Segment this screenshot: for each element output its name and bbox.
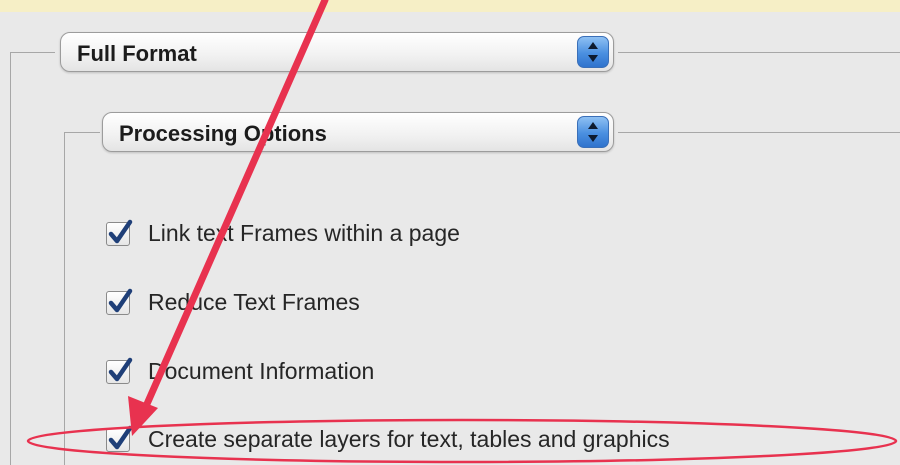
stepper-arrows-icon	[577, 36, 609, 68]
checkmark-icon	[108, 425, 133, 450]
checkbox-document-information[interactable]	[106, 357, 133, 384]
format-popup-button[interactable]: Full Format	[60, 32, 614, 72]
subgroup-border	[618, 132, 900, 133]
subgroup-border	[64, 132, 100, 133]
checkmark-icon	[108, 288, 133, 313]
group-border	[10, 52, 11, 465]
checkmark-icon	[108, 357, 133, 382]
option-label: Reduce Text Frames	[148, 289, 360, 315]
checkbox-link-text-frames[interactable]	[106, 219, 133, 246]
stepper-arrows-icon	[577, 116, 609, 148]
checkmark-icon	[108, 219, 133, 244]
option-label: Document Information	[148, 358, 375, 384]
format-popup-label: Full Format	[77, 41, 197, 66]
subgroup-border	[64, 132, 65, 465]
checkbox-reduce-text-frames[interactable]	[106, 288, 133, 315]
checkbox-separate-layers[interactable]	[106, 425, 133, 452]
group-border	[618, 52, 900, 53]
processing-options-popup-button[interactable]: Processing Options	[102, 112, 614, 152]
option-label: Link text Frames within a page	[148, 220, 460, 246]
option-label: Create separate layers for text, tables …	[148, 426, 670, 452]
processing-options-popup-label: Processing Options	[119, 121, 327, 146]
group-border	[10, 52, 55, 53]
